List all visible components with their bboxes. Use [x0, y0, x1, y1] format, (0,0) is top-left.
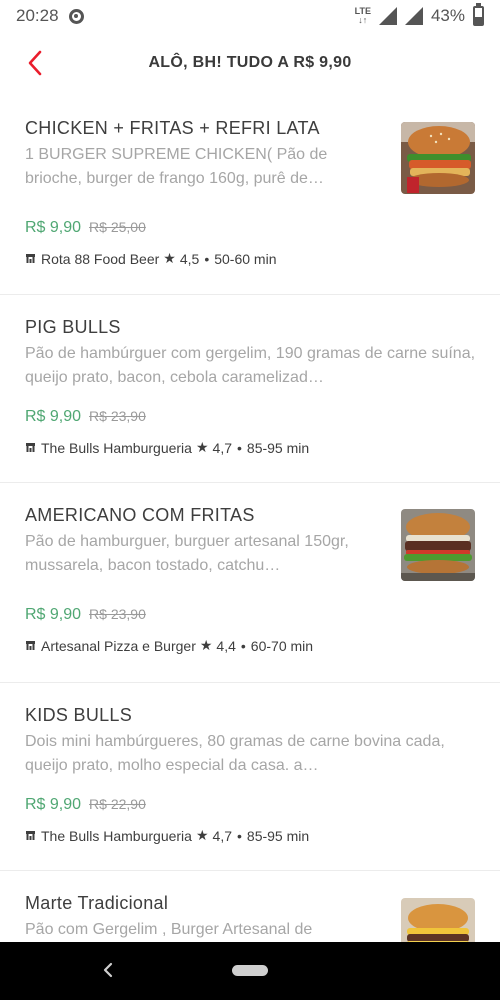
store-icon: [26, 641, 35, 650]
original-price: R$ 22,90: [89, 796, 146, 812]
original-price: R$ 23,90: [89, 606, 146, 622]
item-description: Dois mini hambúrgueres, 80 gramas de car…: [25, 733, 445, 774]
star-icon: ★: [163, 250, 176, 266]
current-price: R$ 9,90: [25, 606, 82, 623]
battery-icon: [473, 3, 484, 26]
separator-dot: •: [240, 637, 246, 654]
store-rating: 4,7: [212, 827, 232, 844]
delivery-time: 60-70 min: [250, 637, 314, 654]
price-row: R$ 9,90 R$ 25,00: [25, 219, 475, 237]
store-rating: 4,7: [212, 439, 232, 456]
star-icon: ★: [195, 439, 209, 455]
item-title: PIG BULLS: [25, 317, 121, 337]
item-description: Pão com Gergelim , Burger Artesanal de: [25, 921, 313, 938]
nav-back-icon[interactable]: [98, 958, 118, 982]
list-item[interactable]: KIDS BULLS Dois mini hambúrgueres, 80 gr…: [0, 683, 500, 871]
chevron-left-icon: [28, 50, 42, 76]
store-icon: [26, 443, 35, 452]
beef-burger-image: [401, 509, 475, 581]
current-price: R$ 9,90: [25, 796, 82, 813]
store-info: Artesanal Pizza e Burger ★ 4,4 • 60-70 m…: [25, 637, 475, 654]
system-navigation-bar: [0, 942, 500, 1000]
item-description: 1 BURGER SUPREME CHICKEN( Pão de brioche…: [25, 146, 328, 187]
status-bar: 20:28 LTE ↓↑ 43%: [0, 0, 500, 32]
store-info: The Bulls Hamburgueria ★ 4,7 • 85-95 min: [25, 439, 475, 456]
store-info: Rota 88 Food Beer ★ 4,5 • 50-60 min: [25, 250, 475, 267]
store-info: The Bulls Hamburgueria ★ 4,7 • 85-95 min: [25, 827, 475, 844]
store-name: Rota 88 Food Beer: [41, 250, 160, 267]
original-price: R$ 25,00: [89, 219, 146, 235]
current-price: R$ 9,90: [25, 219, 82, 236]
item-title: KIDS BULLS: [25, 705, 133, 725]
current-price: R$ 9,90: [25, 408, 82, 425]
price-row: R$ 9,90 R$ 23,90: [25, 606, 475, 624]
network-type: LTE ↓↑: [354, 6, 371, 25]
separator-dot: •: [204, 250, 210, 267]
star-icon: ★: [199, 637, 213, 653]
separator-dot: •: [237, 827, 242, 844]
list-item[interactable]: CHICKEN + FRITAS + REFRI LATA 1 BURGER S…: [0, 112, 500, 295]
item-description: Pão de hamburguer, burguer artesanal 150…: [25, 533, 349, 574]
product-list: CHICKEN + FRITAS + REFRI LATA 1 BURGER S…: [0, 112, 500, 942]
list-item[interactable]: PIG BULLS Pão de hambúrguer com gergelim…: [0, 295, 500, 483]
cell-signal-icon: [378, 7, 397, 25]
battery-percent: 43%: [430, 6, 465, 25]
store-icon: [26, 254, 35, 263]
separator-dot: •: [237, 439, 242, 456]
page-title: ALÔ, BH! TUDO A R$ 9,90: [148, 54, 352, 71]
list-item[interactable]: Marte Tradicional Pão com Gergelim , Bur…: [0, 871, 500, 942]
item-description: Pão de hambúrguer com gergelim, 190 gram…: [25, 345, 476, 386]
chicken-burger-image: [401, 122, 475, 194]
store-name: The Bulls Hamburgueria: [41, 827, 192, 844]
star-icon: ★: [195, 827, 209, 843]
cheese-burger-image: [401, 898, 475, 942]
wifi-signal-icon: [404, 7, 423, 25]
notification-icon: [68, 8, 84, 24]
status-time: 20:28: [16, 6, 59, 25]
store-name: The Bulls Hamburgueria: [41, 439, 192, 456]
store-icon: [26, 831, 35, 840]
price-row: R$ 9,90 R$ 23,90: [25, 408, 475, 426]
item-title: CHICKEN + FRITAS + REFRI LATA: [25, 118, 320, 138]
price-row: R$ 9,90 R$ 22,90: [25, 796, 475, 814]
delivery-time: 50-60 min: [214, 250, 277, 267]
store-rating: 4,4: [216, 637, 236, 654]
delivery-time: 85-95 min: [246, 439, 310, 456]
page-header: ALÔ, BH! TUDO A R$ 9,90: [0, 32, 500, 94]
store-rating: 4,5: [179, 250, 200, 267]
store-name: Artesanal Pizza e Burger: [41, 637, 196, 654]
back-button[interactable]: [20, 46, 50, 80]
list-item[interactable]: AMERICANO COM FRITAS Pão de hamburguer, …: [0, 483, 500, 683]
original-price: R$ 23,90: [89, 408, 146, 424]
nav-home-pill[interactable]: [232, 965, 268, 976]
delivery-time: 85-95 min: [246, 827, 310, 844]
